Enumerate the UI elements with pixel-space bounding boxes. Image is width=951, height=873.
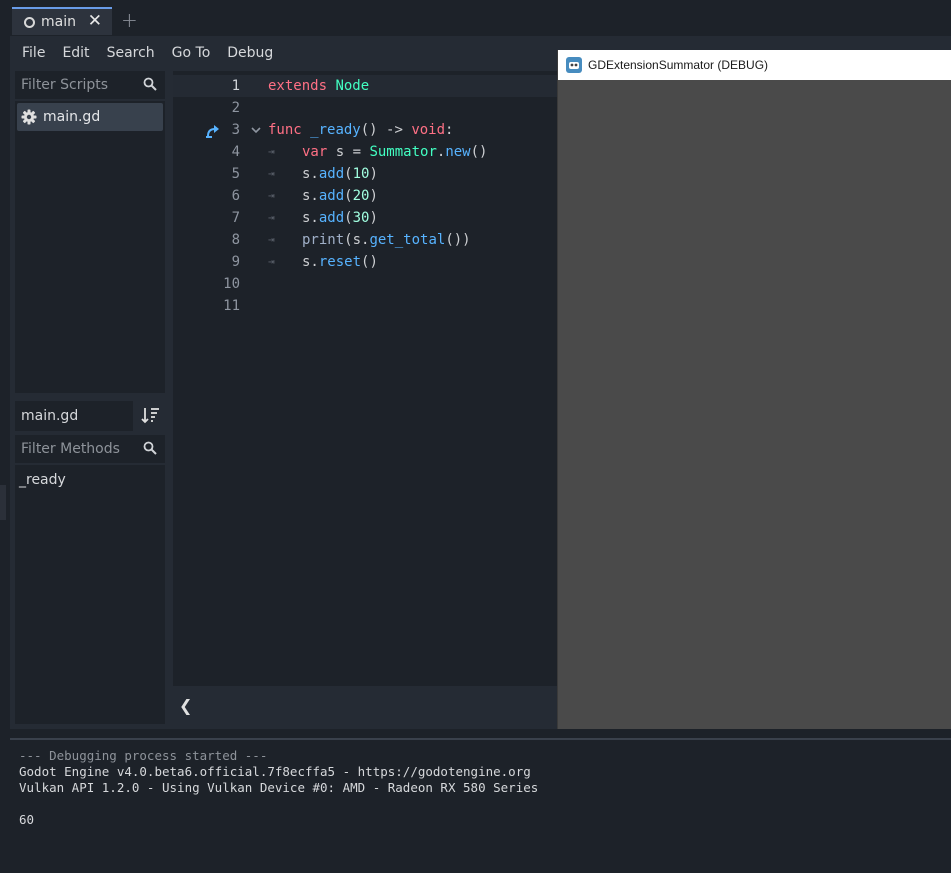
scene-circle-icon <box>24 16 35 28</box>
menu-edit[interactable]: Edit <box>50 45 97 61</box>
menu-bar: File Edit Search Go To Debug <box>10 38 278 68</box>
close-icon[interactable]: ✕ <box>88 11 102 31</box>
godot-icon <box>566 57 582 73</box>
debug-game-window[interactable]: GDExtensionSummator (DEBUG) <box>557 50 951 729</box>
menu-search[interactable]: Search <box>95 45 163 61</box>
code-line-7: s.add(30) <box>302 210 378 226</box>
scripts-list: main.gd <box>15 101 165 393</box>
code-token: add <box>318 166 345 182</box>
code-token: Summator <box>369 144 437 160</box>
code-line-6: s.add(20) <box>302 188 378 204</box>
indent-marker-icon: ⇥ <box>268 167 275 180</box>
code-token: new <box>445 144 471 160</box>
method-override-arrow-icon[interactable] <box>205 123 221 139</box>
filter-scripts-input[interactable]: Filter Scripts <box>15 71 165 99</box>
filter-methods-input[interactable]: Filter Methods <box>15 435 165 463</box>
indent-marker-icon: ⇥ <box>268 211 275 224</box>
code-token: func <box>268 122 302 138</box>
method-item-ready[interactable]: _ready <box>19 472 66 488</box>
bottom-panel-splitter[interactable] <box>10 729 951 738</box>
code-line-5: s.add(10) <box>302 166 378 182</box>
code-token: var <box>302 144 328 160</box>
filter-scripts-placeholder: Filter Scripts <box>21 77 109 93</box>
line-number: 4 <box>231 144 240 160</box>
code-token: reset <box>318 254 362 270</box>
code-token: get_total <box>369 232 446 248</box>
line-number: 6 <box>231 188 240 204</box>
output-line: Vulkan API 1.2.0 - Using Vulkan Device #… <box>19 780 539 795</box>
methods-list: _ready <box>15 465 165 724</box>
menu-debug[interactable]: Debug <box>215 45 281 61</box>
search-icon <box>143 441 157 455</box>
tab-main[interactable]: main ✕ <box>12 7 112 35</box>
code-token: add <box>318 210 345 226</box>
code-line-4: var s = Summator.new() <box>302 144 488 160</box>
script-item-label: main.gd <box>43 109 101 125</box>
add-tab-icon[interactable]: + <box>121 8 138 32</box>
left-edge-handle <box>0 485 6 520</box>
code-token: 10 <box>352 166 370 182</box>
code-line-9: s.reset() <box>302 254 378 270</box>
gear-icon <box>21 109 37 125</box>
output-line: 60 <box>19 812 35 827</box>
output-panel: --- Debugging process started --- Godot … <box>10 738 951 873</box>
filter-methods-placeholder: Filter Methods <box>21 441 120 457</box>
tab-label: main <box>41 14 76 30</box>
sort-icon[interactable] <box>140 404 162 426</box>
code-token: print <box>302 232 345 248</box>
menu-goto[interactable]: Go To <box>160 45 219 61</box>
fold-arrow-icon[interactable] <box>251 125 261 135</box>
line-number: 7 <box>231 210 240 226</box>
code-token: add <box>318 188 345 204</box>
left-edge <box>0 36 10 873</box>
code-token: void <box>411 122 446 138</box>
code-line-3: func _ready() -> void: <box>268 122 454 138</box>
code-token: 30 <box>352 210 370 226</box>
debug-window-titlebar[interactable]: GDExtensionSummator (DEBUG) <box>558 50 951 80</box>
line-number: 10 <box>223 276 240 292</box>
line-number: 1 <box>231 78 240 94</box>
script-item-main[interactable]: main.gd <box>17 103 163 131</box>
indent-marker-icon: ⇥ <box>268 189 275 202</box>
line-number: 8 <box>231 232 240 248</box>
line-number: 9 <box>231 254 240 270</box>
code-token: 20 <box>352 188 370 204</box>
line-number: 5 <box>231 166 240 182</box>
current-file-label: main.gd <box>15 401 133 431</box>
toggle-scripts-panel-icon[interactable]: ❮ <box>179 696 192 715</box>
code-editor[interactable]: 1 2 3 4 5 6 7 8 9 10 11 extends Node fun… <box>173 71 557 686</box>
output-line: Godot Engine v4.0.beta6.official.7f8ecff… <box>19 764 531 779</box>
code-token: Node <box>335 78 370 94</box>
code-token: _ready <box>310 122 361 138</box>
debug-window-title: GDExtensionSummator (DEBUG) <box>588 58 769 72</box>
indent-marker-icon: ⇥ <box>268 255 275 268</box>
output-line: --- Debugging process started --- <box>19 748 268 763</box>
tab-bar: main ✕ + <box>0 0 951 36</box>
indent-marker-icon: ⇥ <box>268 145 275 158</box>
code-token: extends <box>268 78 328 94</box>
line-number: 11 <box>223 298 240 314</box>
menu-file[interactable]: File <box>10 45 53 61</box>
code-line-1: extends Node <box>268 75 369 97</box>
indent-marker-icon: ⇥ <box>268 233 275 246</box>
code-line-8: print(s.get_total()) <box>302 232 471 248</box>
search-icon <box>143 77 157 91</box>
editor-status-bar <box>173 686 557 726</box>
line-number: 2 <box>231 100 240 116</box>
